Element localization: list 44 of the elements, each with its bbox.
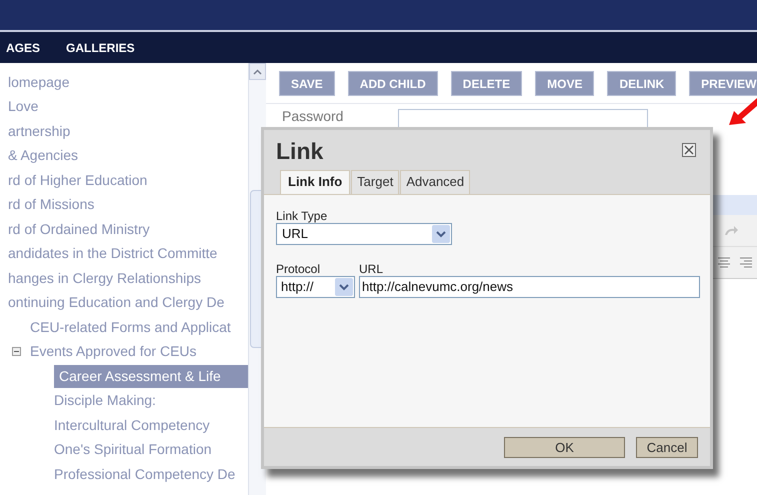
align-center-icon[interactable] [717, 256, 731, 268]
tree-item[interactable]: lomepage [8, 72, 70, 93]
tree-item[interactable]: rd of Missions [8, 194, 94, 216]
tree-item[interactable]: CEU-related Forms and Applicat [30, 316, 231, 338]
close-icon[interactable] [682, 143, 696, 157]
collapse-icon[interactable] [12, 347, 21, 356]
tree-item[interactable]: Love [8, 96, 38, 118]
toolbar-button[interactable]: DELETE [450, 71, 522, 96]
tree-item[interactable]: hanges in Clergy Relationships [8, 268, 201, 289]
toolbar-button[interactable]: SAVE [279, 71, 335, 96]
nav-link[interactable]: GALLERIES [66, 38, 135, 56]
url-field[interactable]: http://calnevumc.org/news [359, 276, 700, 298]
nav-link[interactable]: AGES [6, 38, 40, 56]
tree-item[interactable]: Events Approved for CEUs [30, 341, 197, 362]
dialog-button[interactable]: Cancel [636, 436, 698, 458]
editor-header [713, 195, 757, 215]
tree-item[interactable]: Career Assessment & Life [54, 364, 248, 388]
toolbar-button[interactable]: MOVE [535, 71, 594, 96]
align-right-icon[interactable] [739, 256, 753, 268]
dialog-tab[interactable]: Link Info [280, 170, 350, 194]
tree-item[interactable]: rd of Higher Education [8, 170, 148, 191]
link-type-label: Link Type [276, 208, 328, 222]
tree-item[interactable]: artnership [8, 120, 70, 142]
tree-item[interactable]: ontinuing Education and Clergy De [8, 292, 224, 314]
tree-item[interactable]: One's Spiritual Formation [54, 439, 212, 460]
link-type-select[interactable]: URL [276, 222, 452, 244]
protocol-select[interactable]: http:// [276, 276, 355, 298]
tree-item[interactable]: rd of Ordained Ministry [8, 218, 150, 240]
toolbar-button[interactable]: ADD CHILD [348, 71, 438, 96]
dialog-button[interactable]: OK [504, 436, 625, 458]
toolbar-button[interactable]: PREVIEW [689, 71, 757, 96]
protocol-label: Protocol [276, 262, 322, 276]
dialog-tab[interactable]: Target [351, 170, 400, 194]
tree-item[interactable]: Intercultural Competency [54, 414, 210, 436]
arrow-icon [729, 98, 757, 126]
tree-item[interactable]: andidates in the District Committe [8, 243, 218, 264]
dialog-tab[interactable]: Advanced [400, 170, 470, 194]
tree-item[interactable]: & Agencies [8, 145, 78, 166]
password-label: Password [282, 109, 344, 124]
tree-item[interactable]: Disciple Making: [54, 390, 156, 412]
tree-item[interactable]: Professional Competency De [54, 464, 236, 485]
url-label: URL [359, 262, 384, 276]
dialog-title: Link [276, 137, 324, 166]
toolbar-button[interactable]: DELINK [607, 71, 676, 96]
